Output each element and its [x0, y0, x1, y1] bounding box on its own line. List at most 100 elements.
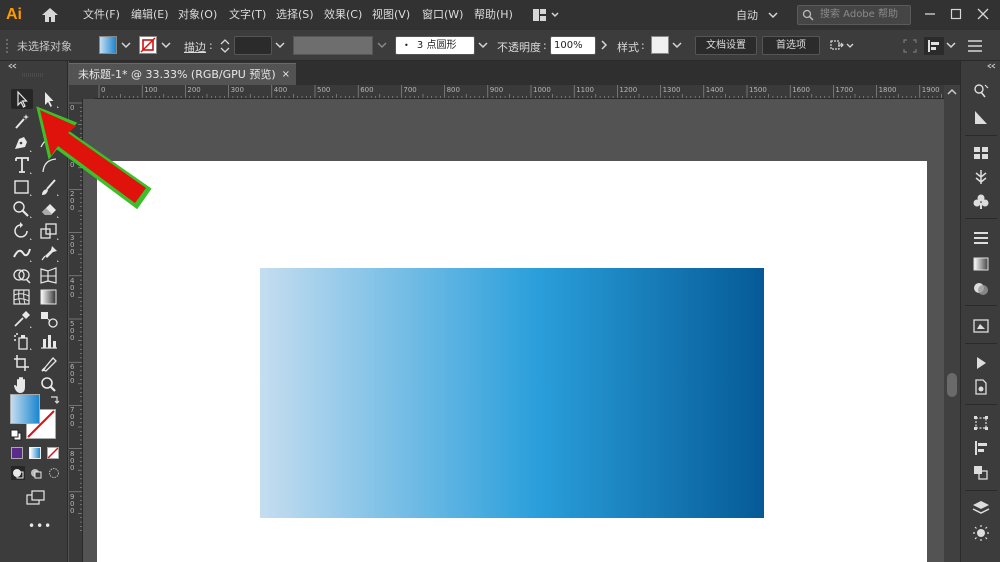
- gradient-rectangle[interactable]: [260, 268, 764, 518]
- draw-behind-icon[interactable]: [29, 466, 43, 480]
- fill-color-swatch[interactable]: [99, 36, 117, 54]
- brush-definition[interactable]: • 3 点圆形: [395, 36, 475, 55]
- direct-selection-tool-icon[interactable]: [38, 89, 60, 109]
- type-tool-icon[interactable]: [11, 155, 33, 175]
- stroke-weight-stepper[interactable]: [218, 37, 232, 55]
- menu-type[interactable]: 文字(T): [229, 7, 266, 23]
- hand-tool-icon[interactable]: [11, 375, 33, 395]
- graphic-style-swatch[interactable]: [651, 36, 669, 54]
- eyedropper-icon[interactable]: [11, 309, 33, 329]
- align-panel-icon[interactable]: [971, 439, 991, 457]
- stroke-label[interactable]: 描边: [184, 39, 206, 55]
- arrange-documents-icon[interactable]: [532, 8, 562, 22]
- properties-panel-icon[interactable]: [971, 82, 991, 100]
- more-tools-button[interactable]: •••: [28, 519, 52, 533]
- perspective-grid-icon[interactable]: [38, 265, 60, 285]
- blend-tool-icon[interactable]: [38, 309, 60, 329]
- default-fill-stroke-icon[interactable]: [10, 429, 22, 441]
- stroke-weight-field[interactable]: [234, 36, 272, 55]
- home-icon[interactable]: [40, 6, 60, 24]
- stroke-panel-icon[interactable]: [971, 229, 991, 247]
- close-window-button[interactable]: [972, 3, 994, 25]
- rectangle-tool-icon[interactable]: [11, 177, 33, 197]
- menu-object[interactable]: 对象(O): [178, 7, 217, 23]
- symbols-panel-icon[interactable]: [971, 192, 991, 210]
- stroke-color-swatch[interactable]: [139, 36, 157, 54]
- artboard[interactable]: [97, 161, 927, 562]
- slice-tool-icon[interactable]: [38, 353, 60, 373]
- transform-options-icon[interactable]: [829, 38, 855, 54]
- variable-width-profile[interactable]: [293, 36, 373, 55]
- menu-help[interactable]: 帮助(H): [474, 7, 513, 23]
- appearance-panel-icon[interactable]: [971, 524, 991, 542]
- corner-widget-icon[interactable]: [903, 39, 917, 53]
- pen-tool-icon[interactable]: [11, 133, 33, 153]
- eraser-tool-icon[interactable]: [38, 199, 60, 219]
- menu-edit[interactable]: 编辑(E): [131, 7, 169, 23]
- lasso-icon[interactable]: [38, 111, 60, 131]
- none-mode-button[interactable]: [47, 447, 59, 459]
- scroll-up-icon[interactable]: [947, 87, 957, 97]
- restore-button[interactable]: [945, 3, 967, 25]
- pathfinder-panel-icon[interactable]: [971, 463, 991, 481]
- artboard-tool-icon[interactable]: [11, 353, 33, 373]
- document-info-panel-icon[interactable]: [971, 378, 991, 396]
- chevron-down-icon[interactable]: [478, 40, 488, 50]
- ruler-corner[interactable]: [69, 85, 94, 99]
- gradient-mode-button[interactable]: [29, 447, 41, 459]
- panel-menu-icon[interactable]: [966, 38, 986, 54]
- collapse-panel-icon[interactable]: [8, 63, 18, 69]
- paintbrush-tool-icon[interactable]: [38, 177, 60, 197]
- puppet-warp-icon[interactable]: [38, 243, 60, 263]
- scrollbar-thumb[interactable]: [947, 373, 957, 397]
- chevron-down-icon[interactable]: [377, 40, 387, 50]
- canvas-area[interactable]: [83, 99, 944, 562]
- workspace-switcher[interactable]: 自动: [736, 7, 786, 23]
- chevron-down-icon[interactable]: [275, 40, 285, 50]
- expand-panels-icon[interactable]: [987, 63, 997, 69]
- column-graph-icon[interactable]: [38, 331, 60, 351]
- layers-panel-icon[interactable]: [971, 499, 991, 517]
- vertical-scrollbar[interactable]: [944, 85, 960, 562]
- selection-tool-icon[interactable]: [11, 89, 33, 109]
- gradient-tool-icon[interactable]: [38, 287, 60, 307]
- shaper-tool-icon[interactable]: [11, 199, 33, 219]
- width-tool-icon[interactable]: [11, 243, 33, 263]
- chevron-down-icon[interactable]: [121, 40, 131, 50]
- scale-tool-icon[interactable]: [38, 221, 60, 241]
- menu-file[interactable]: 文件(F): [83, 7, 120, 23]
- minimize-button[interactable]: [919, 3, 941, 25]
- libraries-panel-icon[interactable]: [971, 108, 991, 126]
- vertical-ruler[interactable]: 0 1 0 0 2 0 0 3 0 0 4 0 0 5 0 0 6 0 0 7 0 0 8 0 …: [69, 99, 83, 562]
- horizontal-ruler[interactable]: 0 100 200 300 400 500 600 700 800 900 1000 1100 1200…: [94, 85, 944, 99]
- arc-tool-icon[interactable]: [38, 155, 60, 175]
- gradient-panel-icon[interactable]: [971, 255, 991, 273]
- symbol-sprayer-icon[interactable]: [11, 331, 33, 351]
- curvature-tool-icon[interactable]: [38, 133, 60, 153]
- swatches-panel-icon[interactable]: [971, 144, 991, 162]
- menu-view[interactable]: 视图(V): [372, 7, 410, 23]
- color-mode-button[interactable]: [11, 447, 23, 459]
- document-tab[interactable]: 未标题-1* @ 33.33% (RGB/GPU 预览) ×: [69, 63, 296, 85]
- chevron-down-icon[interactable]: [161, 40, 171, 50]
- transform-panel-icon[interactable]: [971, 414, 991, 432]
- draw-inside-icon[interactable]: [47, 466, 61, 480]
- align-panel-icon[interactable]: [924, 37, 944, 55]
- shape-builder-icon[interactable]: [11, 265, 33, 285]
- close-tab-icon[interactable]: ×: [282, 64, 290, 85]
- image-trace-panel-icon[interactable]: [971, 317, 991, 335]
- draw-normal-icon[interactable]: [11, 466, 25, 480]
- screen-mode-icon[interactable]: [25, 489, 47, 507]
- magic-wand-icon[interactable]: [11, 111, 33, 131]
- actions-panel-icon[interactable]: [971, 354, 991, 372]
- chevron-down-icon[interactable]: [946, 40, 956, 50]
- chevron-down-icon[interactable]: [672, 40, 682, 50]
- brushes-panel-icon[interactable]: [971, 168, 991, 186]
- menu-effect[interactable]: 效果(C): [324, 7, 362, 23]
- opacity-input[interactable]: 100%: [550, 36, 596, 55]
- transparency-panel-icon[interactable]: [971, 280, 991, 298]
- mesh-tool-icon[interactable]: [11, 287, 33, 307]
- search-help-input[interactable]: 搜索 Adobe 帮助: [797, 5, 911, 25]
- rotate-tool-icon[interactable]: [11, 221, 33, 241]
- document-setup-button[interactable]: 文档设置: [695, 36, 757, 55]
